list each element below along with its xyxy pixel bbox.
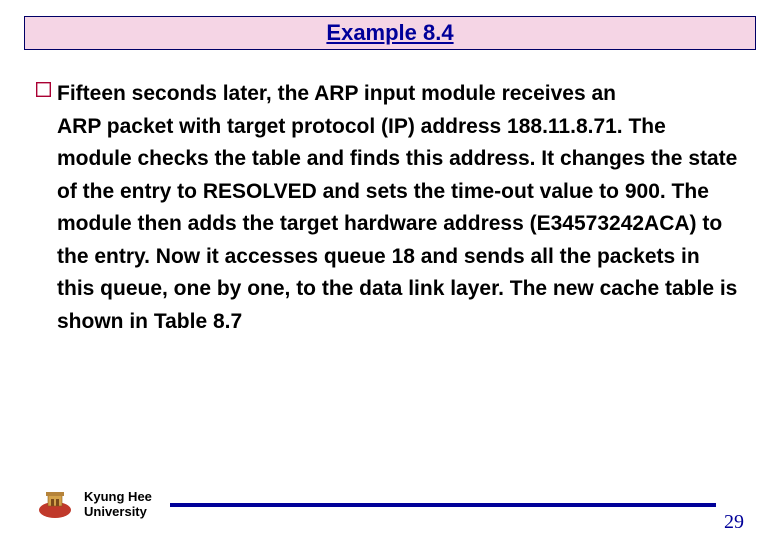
university-name-line2: University (84, 505, 152, 520)
slide-title: Example 8.4 (326, 20, 453, 46)
university-logo-icon (36, 490, 74, 520)
footer-divider (170, 503, 716, 507)
bullet-row: Fifteen seconds later, the ARP input mod… (36, 78, 740, 111)
content-area: Fifteen seconds later, the ARP input mod… (36, 78, 740, 338)
page-number: 29 (724, 511, 744, 534)
university-name-line1: Kyung Hee (84, 490, 152, 505)
body-text-continuation: ARP packet with target protocol (IP) add… (57, 111, 740, 339)
university-name: Kyung Hee University (84, 490, 152, 520)
square-bullet-icon (36, 82, 51, 97)
title-bar: Example 8.4 (24, 16, 756, 50)
footer: Kyung Hee University (36, 490, 756, 520)
body-text-first-line: Fifteen seconds later, the ARP input mod… (57, 78, 616, 111)
